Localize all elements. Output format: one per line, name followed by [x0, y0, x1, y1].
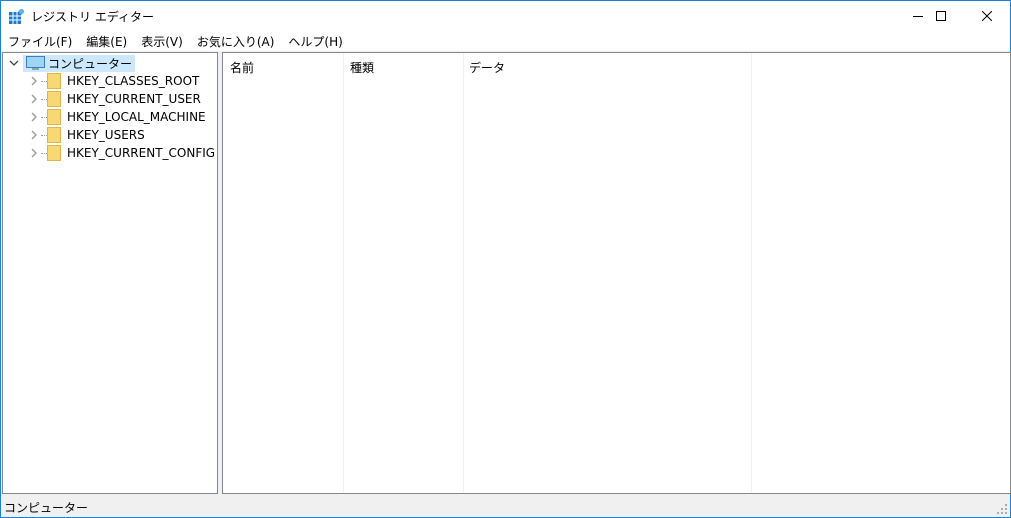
tree-pane[interactable]: コンピューター HKEY_CLASSES_ROOT HKEY_CURRENT_U…: [2, 52, 218, 494]
tree-node-label: HKEY_CURRENT_CONFIG: [67, 146, 216, 160]
registry-editor-icon: [9, 9, 24, 24]
tree-node-label: HKEY_CLASSES_ROOT: [67, 74, 200, 88]
column-header-type[interactable]: 種類: [350, 59, 374, 76]
folder-icon: [47, 91, 61, 107]
column-divider[interactable]: [463, 53, 464, 493]
resize-grip-icon[interactable]: [997, 504, 1007, 514]
chevron-right-icon[interactable]: [29, 76, 39, 86]
menu-help[interactable]: ヘルプ(H): [281, 31, 349, 51]
menu-favorites[interactable]: お気に入り(A): [190, 31, 282, 51]
registry-editor-window: レジストリ エディター ファイル(F) 編集(E) 表示(V) お気に入り(A)…: [0, 0, 1011, 518]
status-text: コンピューター: [4, 501, 89, 515]
menu-view[interactable]: 表示(V): [134, 31, 190, 51]
computer-icon: [26, 55, 45, 70]
chevron-right-icon[interactable]: [29, 94, 39, 104]
chevron-right-icon[interactable]: [29, 148, 39, 158]
chevron-right-icon[interactable]: [29, 130, 39, 140]
column-header-name[interactable]: 名前: [230, 59, 254, 76]
close-icon: [982, 11, 992, 21]
tree-node-label: コンピューター: [48, 56, 133, 71]
chevron-down-icon[interactable]: [9, 58, 19, 68]
folder-icon: [47, 145, 61, 161]
folder-icon: [47, 73, 61, 89]
column-divider[interactable]: [751, 53, 752, 493]
column-divider[interactable]: [343, 53, 344, 493]
maximize-button[interactable]: [918, 1, 964, 31]
maximize-icon: [936, 11, 946, 21]
values-list-pane[interactable]: 名前 種類 データ: [222, 52, 1011, 494]
title-bar: レジストリ エディター: [1, 1, 1010, 31]
chevron-right-icon[interactable]: [29, 112, 39, 122]
folder-icon: [47, 127, 61, 143]
tree-node-label: HKEY_USERS: [67, 128, 145, 142]
close-button[interactable]: [964, 1, 1010, 31]
status-bar: コンピューター: [1, 495, 1010, 517]
folder-icon: [47, 109, 61, 125]
window-title: レジストリ エディター: [31, 10, 154, 24]
column-header-data[interactable]: データ: [469, 59, 505, 76]
menu-bar: ファイル(F) 編集(E) 表示(V) お気に入り(A) ヘルプ(H): [1, 31, 1010, 51]
menu-edit[interactable]: 編集(E): [79, 31, 134, 51]
menu-file[interactable]: ファイル(F): [1, 31, 79, 51]
tree-node-label: HKEY_CURRENT_USER: [67, 92, 201, 106]
tree-node-computer[interactable]: コンピューター: [23, 54, 136, 72]
tree-node-label: HKEY_LOCAL_MACHINE: [67, 110, 206, 124]
